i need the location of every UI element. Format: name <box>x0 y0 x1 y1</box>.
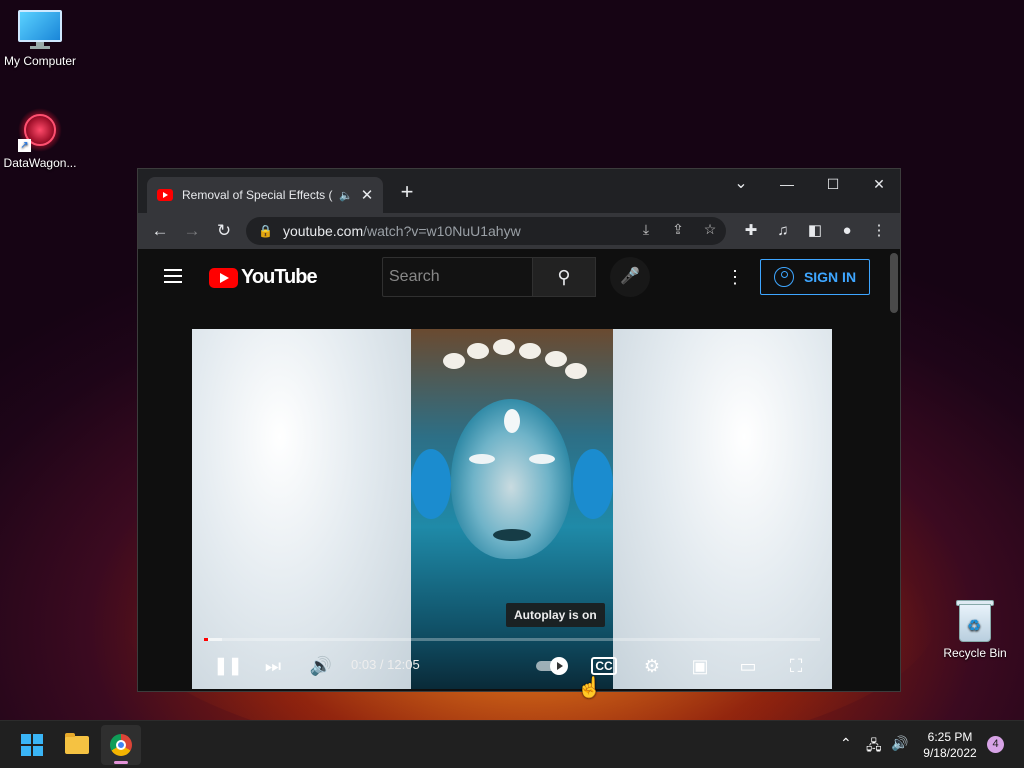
url-host: youtube.com <box>282 223 364 239</box>
computer-icon <box>18 10 62 50</box>
voice-search-button[interactable]: 🎤 <box>610 257 650 297</box>
microphone-icon: 🎤 <box>620 268 640 285</box>
browser-toolbar: ← → ↻ 🔒 youtube.com/watch?v=w10NuU1ahyw … <box>138 213 900 249</box>
lock-icon: 🔒 <box>258 224 273 238</box>
maximize-button[interactable]: ☐ <box>810 169 856 199</box>
autoplay-toggle[interactable] <box>536 657 568 675</box>
datawagon-icon: ↗ <box>17 107 63 153</box>
new-tab-button[interactable]: + <box>396 181 418 203</box>
autoplay-tooltip: Autoplay is on <box>506 603 605 627</box>
install-icon[interactable]: ⤓ <box>636 221 656 238</box>
clock-date: 9/18/2022 <box>923 746 977 760</box>
page-scrollbar[interactable] <box>890 253 898 313</box>
share-icon[interactable]: ⇪ <box>668 221 688 238</box>
system-clock[interactable]: 6:25 PM 9/18/2022 <box>918 729 982 761</box>
progress-played <box>204 638 208 641</box>
chrome-icon <box>110 734 132 756</box>
youtube-header: YouTube ⚲ 🎤 ⋮ SIGN IN <box>138 249 900 305</box>
desktop-icon-label: DataWagon... <box>3 156 77 170</box>
volume-tray-icon[interactable]: 🔊 <box>891 735 908 752</box>
desktop-icon-label: Recycle Bin <box>943 646 1007 660</box>
video-blur-right <box>613 329 832 689</box>
profile-icon[interactable]: ● <box>835 219 859 243</box>
miniplayer-icon[interactable]: ▣ <box>685 651 715 681</box>
settings-kebab-icon[interactable]: ⋮ <box>726 267 744 288</box>
shell-crown <box>431 339 591 379</box>
speaker-icon[interactable]: 🔈 <box>339 189 353 202</box>
bookmark-star-icon[interactable]: ☆ <box>700 221 720 238</box>
back-arrow-icon[interactable]: ← <box>148 219 172 243</box>
chrome-taskbar-button[interactable] <box>101 725 141 765</box>
chevron-up-icon[interactable]: ⌃ <box>840 735 852 752</box>
extensions-icon[interactable]: ✚ <box>739 219 763 243</box>
youtube-favicon-icon <box>157 189 173 201</box>
close-window-button[interactable]: ✕ <box>856 169 900 199</box>
minimize-button[interactable]: — <box>764 169 810 199</box>
desktop-icon-my-computer[interactable]: My Computer <box>0 10 80 68</box>
theater-mode-icon[interactable]: ▭ <box>733 651 763 681</box>
video-player[interactable]: Autoplay is on ❚❚ ⏭ 🔊 0:03 / 12:05 CC ⚙ … <box>192 329 832 689</box>
autoplay-play-icon <box>550 657 568 675</box>
search-icon: ⚲ <box>557 267 571 287</box>
sign-in-label: SIGN IN <box>803 269 857 285</box>
search-box <box>382 257 532 297</box>
youtube-page: YouTube ⚲ 🎤 ⋮ SIGN IN <box>138 249 900 691</box>
volume-icon[interactable]: 🔊 <box>306 651 336 681</box>
desktop-icon-label: My Computer <box>3 54 77 68</box>
tab-title: Removal of Special Effects (S <box>182 188 334 202</box>
account-icon <box>773 267 794 287</box>
forehead-gem <box>504 409 520 433</box>
recycle-bin-icon: ♻ <box>956 598 994 642</box>
tab-youtube[interactable]: Removal of Special Effects (S 🔈 ✕ <box>147 177 383 213</box>
notification-badge[interactable]: 4 <box>987 736 1004 753</box>
video-frame <box>411 329 613 689</box>
browser-window: Removal of Special Effects (S 🔈 ✕ + ⌄ — … <box>137 168 901 692</box>
fullscreen-icon[interactable]: ⛶ <box>781 651 811 681</box>
file-explorer-icon <box>65 733 89 754</box>
tab-strip: Removal of Special Effects (S 🔈 ✕ + ⌄ — … <box>138 169 900 213</box>
video-blur-left <box>192 329 411 689</box>
media-control-icon[interactable]: ♫ <box>771 219 795 243</box>
desktop-icon-datawagon[interactable]: ↗ DataWagon... <box>0 107 80 170</box>
reload-icon[interactable]: ↻ <box>212 219 236 243</box>
youtube-logo[interactable]: YouTube <box>209 266 318 289</box>
forward-arrow-icon[interactable]: → <box>180 219 204 243</box>
search-button[interactable]: ⚲ <box>532 257 596 297</box>
side-panel-icon[interactable]: ◧ <box>803 219 827 243</box>
pause-icon[interactable]: ❚❚ <box>213 651 243 681</box>
browser-menu-icon[interactable]: ⋮ <box>867 219 891 243</box>
file-explorer-button[interactable] <box>57 725 97 765</box>
tab-close-icon[interactable]: ✕ <box>359 186 375 204</box>
windows-start-icon <box>21 734 43 756</box>
network-icon[interactable]: 🖧 <box>866 735 882 759</box>
start-button[interactable] <box>12 725 52 765</box>
search-input[interactable] <box>383 258 532 296</box>
url-path: /watch?v=w10NuU1ahyw <box>363 223 521 239</box>
tab-search-chevron-icon[interactable]: ⌄ <box>718 169 764 199</box>
youtube-logo-text: YouTube <box>241 266 318 288</box>
next-icon[interactable]: ⏭ <box>258 651 288 681</box>
time-display: 0:03 / 12:05 <box>351 657 420 672</box>
desktop-icon-recycle-bin[interactable]: ♻ Recycle Bin <box>935 598 1015 660</box>
mouse-cursor-icon: ☝ <box>577 677 602 699</box>
progress-bar[interactable] <box>204 638 820 641</box>
hamburger-menu-icon[interactable] <box>164 269 182 283</box>
lips <box>493 529 531 541</box>
clock-time: 6:25 PM <box>927 730 973 744</box>
address-bar[interactable]: 🔒 youtube.com/watch?v=w10NuU1ahyw ⤓ ⇪ ☆ <box>246 217 726 245</box>
sign-in-button[interactable]: SIGN IN <box>760 259 870 295</box>
settings-gear-icon[interactable]: ⚙ <box>637 651 667 681</box>
taskbar: ⌃ 🖧 🔊 6:25 PM 9/18/2022 4 <box>0 720 1024 768</box>
player-controls: ❚❚ ⏭ 🔊 0:03 / 12:05 CC ⚙ ▣ ▭ ⛶ <box>192 643 832 689</box>
youtube-play-icon <box>209 267 238 288</box>
